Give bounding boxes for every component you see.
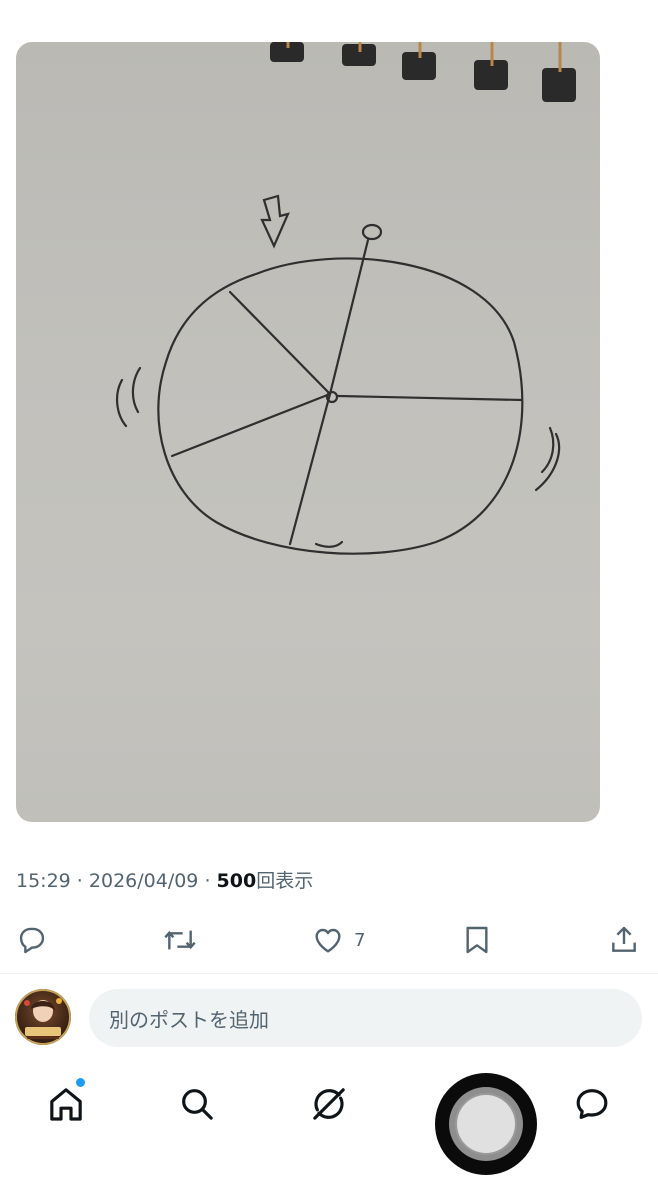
reply-button[interactable]	[16, 918, 48, 962]
repost-button[interactable]	[162, 918, 198, 962]
home-icon	[50, 1088, 82, 1121]
roulette-sketch	[116, 42, 576, 555]
search-icon	[182, 1089, 213, 1120]
bookmark-button[interactable]	[462, 918, 492, 962]
share-button[interactable]	[608, 918, 640, 962]
notebook-binding	[270, 42, 576, 102]
views-count[interactable]: 500	[217, 870, 257, 892]
nav-messages[interactable]	[570, 1082, 614, 1126]
post-actions: 7	[0, 918, 658, 962]
views-label: 回表示	[256, 870, 314, 892]
repost-icon	[164, 930, 196, 950]
meta-separator-2: ·	[198, 870, 217, 892]
record-button[interactable]	[435, 1073, 537, 1175]
nav-search[interactable]	[175, 1082, 219, 1126]
avatar[interactable]	[15, 989, 71, 1045]
divider	[0, 973, 658, 974]
grok-icon	[313, 1088, 345, 1120]
record-core	[457, 1095, 515, 1153]
home-notification-dot	[74, 1076, 87, 1089]
post-date: 2026/04/09	[88, 870, 199, 892]
avatar-image	[15, 989, 71, 1045]
bottom-navigation	[0, 1060, 658, 1200]
like-button[interactable]: 7	[312, 918, 365, 962]
nav-grok[interactable]	[307, 1082, 351, 1126]
post-image[interactable]	[16, 42, 600, 822]
heart-icon	[315, 928, 341, 953]
meta-separator: ·	[70, 870, 89, 892]
reply-composer-input[interactable]: 別のポストを追加	[89, 989, 642, 1047]
bookmark-icon	[466, 926, 488, 954]
reply-icon	[19, 927, 45, 954]
reply-placeholder: 別のポストを追加	[109, 1007, 269, 1032]
messages-icon	[576, 1089, 608, 1119]
share-icon	[612, 926, 636, 952]
like-count: 7	[354, 929, 366, 951]
post-metadata: 15:29 · 2026/04/09 · 500回表示	[16, 866, 313, 893]
post-time: 15:29	[16, 870, 71, 892]
